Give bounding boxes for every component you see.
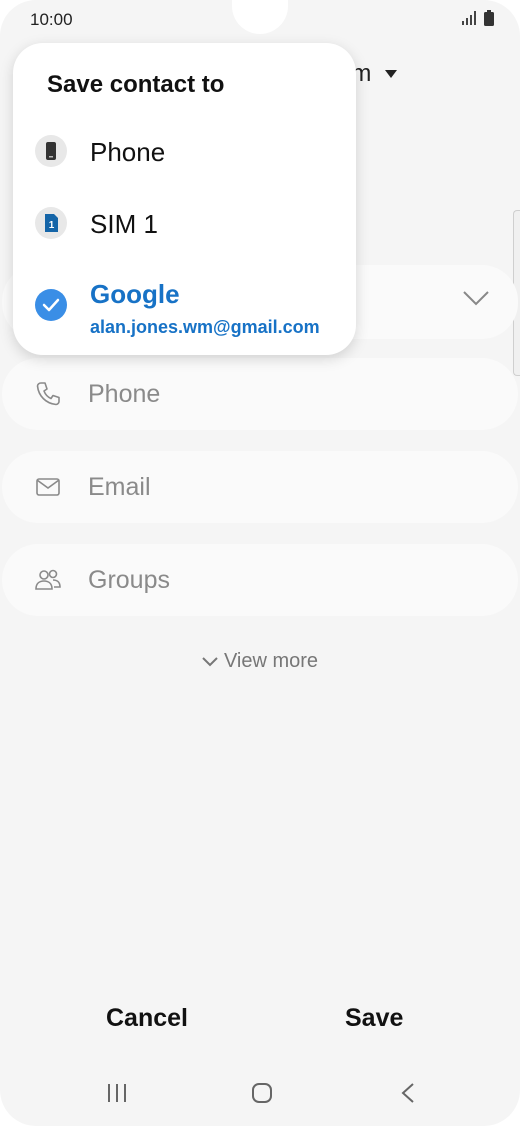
recent-apps-icon[interactable]	[106, 1082, 128, 1104]
chevron-down-icon[interactable]	[462, 289, 490, 307]
navigation-bar	[0, 1072, 520, 1116]
battery-icon	[484, 10, 494, 26]
phone-device-icon	[35, 135, 67, 167]
caret-down-icon	[385, 70, 398, 78]
sim-card-icon: 1	[35, 207, 67, 239]
option-label: Phone	[90, 137, 166, 167]
phone-placeholder: Phone	[88, 380, 161, 408]
popup-title: Save contact to	[47, 71, 225, 98]
chevron-down-icon	[202, 657, 218, 667]
mail-icon	[36, 478, 60, 496]
option-account-email: alan.jones.wm@gmail.com	[90, 317, 320, 337]
check-circle-icon	[35, 289, 67, 321]
view-more-label: View more	[223, 650, 319, 672]
option-sim-1[interactable]: 1 SIM 1	[13, 205, 356, 265]
option-phone[interactable]: Phone	[13, 133, 356, 193]
cancel-button[interactable]: Cancel	[106, 1004, 188, 1033]
bottom-action-bar: Cancel Save	[0, 1004, 520, 1048]
phone-field[interactable]: Phone	[2, 358, 518, 430]
save-button[interactable]: Save	[345, 1004, 403, 1033]
option-google[interactable]: Google alan.jones.wm@gmail.com	[13, 279, 356, 349]
groups-field[interactable]: Groups	[2, 544, 518, 616]
phone-icon	[36, 382, 60, 406]
sim-badge: 1	[49, 220, 55, 231]
groups-icon	[35, 569, 61, 590]
screen: 10:00 om Phone	[0, 0, 520, 1126]
status-time: 10:00	[30, 10, 73, 29]
option-label: Google	[90, 279, 180, 309]
back-icon[interactable]	[400, 1082, 416, 1104]
option-label: SIM 1	[90, 209, 158, 239]
view-more-button[interactable]: View more	[0, 650, 520, 673]
home-icon[interactable]	[251, 1082, 273, 1104]
save-contact-to-popup: Save contact to Phone 1 SIM 1 Google ala…	[13, 43, 356, 355]
email-field[interactable]: Email	[2, 451, 518, 523]
groups-placeholder: Groups	[88, 566, 170, 594]
status-icons	[462, 10, 494, 26]
signal-icon	[462, 11, 476, 25]
email-placeholder: Email	[88, 473, 151, 501]
status-bar: 10:00	[0, 0, 520, 40]
